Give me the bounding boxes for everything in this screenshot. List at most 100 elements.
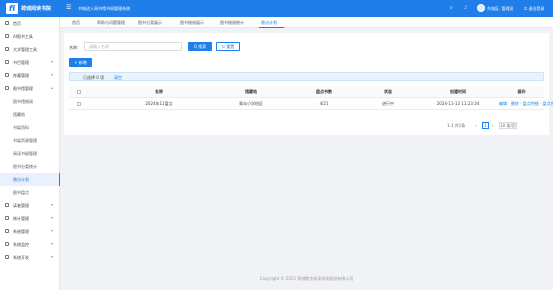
sidebar-item-label: 书目管理 bbox=[13, 60, 29, 65]
chevron-down-icon: ▾ bbox=[51, 72, 54, 77]
stats-icon bbox=[5, 216, 9, 220]
sidebar-item-library[interactable]: 图书馆管理 ▴ bbox=[0, 82, 60, 95]
book-icon bbox=[5, 60, 9, 64]
sidebar-item-label: 图书分类统计 bbox=[13, 164, 37, 169]
sidebar-item-category-stats[interactable]: 图书分类统计 bbox=[0, 160, 60, 173]
search-button[interactable]: Q 搜索 bbox=[188, 42, 212, 51]
clear-selection-link[interactable]: 清空 bbox=[114, 75, 122, 81]
next-page-button[interactable]: › bbox=[492, 122, 494, 129]
query-label: 名称: bbox=[69, 45, 79, 50]
user-icon bbox=[5, 203, 9, 207]
chevron-down-icon: ▾ bbox=[51, 59, 54, 64]
settings-icon bbox=[5, 229, 9, 233]
footer-copyright: Copyright © 2022 荷城数字阅读科技股份有限公司 bbox=[259, 276, 354, 281]
menu-toggle-icon[interactable]: ☰ bbox=[66, 5, 71, 11]
sidebar-item-label: 系统监控 bbox=[13, 242, 29, 247]
search-icon[interactable]: ⌕ bbox=[450, 5, 453, 11]
pagination-range: 1-1 共1条 bbox=[447, 123, 466, 128]
sidebar-item-home[interactable]: 首页 bbox=[0, 17, 60, 30]
avatar[interactable] bbox=[477, 4, 485, 12]
content-card: 名称: 请输入名称 Q 搜索 ↻ 重置 + 新增 已选择 0 项 清空 名称 馆… bbox=[64, 33, 553, 135]
dev-icon bbox=[5, 255, 9, 259]
sidebar: 首页 AI图书工具 大学管理工具 书目管理 ▾ 库藏管理 ▾ 图书馆管理 ▴ 图… bbox=[0, 17, 60, 290]
sidebar-item-statistics[interactable]: 统计管理 ▾ bbox=[0, 212, 60, 225]
column-header-count[interactable]: 盘点书数 bbox=[289, 86, 359, 98]
sidebar-item-label: 读者管理 bbox=[13, 203, 29, 208]
storage-icon bbox=[5, 73, 9, 77]
cell-created: 2024-11-12 11:23:34 bbox=[436, 101, 480, 106]
ai-icon bbox=[5, 34, 9, 38]
sidebar-item-collection-site[interactable]: 馆藏地 bbox=[0, 108, 60, 121]
column-header-created[interactable]: 创建时间 bbox=[417, 86, 499, 98]
cell-name: 2024年11盘点 bbox=[145, 101, 173, 106]
selection-count: 已选择 0 项 bbox=[83, 75, 105, 80]
sidebar-item-label: 首页 bbox=[13, 21, 21, 26]
tab-visit-plan[interactable]: 邀访计划 bbox=[261, 20, 277, 26]
logout-label: 退出登录 bbox=[528, 6, 545, 11]
sidebar-item-label: 阅读书册管理 bbox=[13, 151, 37, 156]
add-button[interactable]: + 新增 bbox=[69, 58, 92, 67]
sidebar-item-reading-books[interactable]: 阅读书册管理 bbox=[0, 147, 60, 160]
chevron-down-icon: ▾ bbox=[51, 228, 54, 233]
brand-name: 荷城阅读书院 bbox=[21, 6, 52, 12]
data-table: 名称 馆藏地 盘点书数 状态 创建时间 操作 2024年11盘点 青岛小学校区 … bbox=[69, 86, 553, 110]
cell-count: 4/21 bbox=[319, 101, 329, 106]
selection-bar: 已选择 0 项 清空 bbox=[69, 72, 544, 81]
sidebar-item-inventory[interactable]: 图书盘点 bbox=[0, 186, 60, 199]
tab-book-categories[interactable]: 图书分类展示 bbox=[138, 20, 162, 26]
sidebar-item-dev[interactable]: 系统开发 ▾ bbox=[0, 251, 60, 264]
chevron-down-icon: ▾ bbox=[51, 241, 54, 246]
top-header: fi 荷城阅读书院 ☰ 书城进入网书馆书网管理系统 ⌕ ♪ 东城区. 管理员 ⏻… bbox=[0, 0, 553, 17]
column-header-name[interactable]: 名称 bbox=[105, 86, 213, 98]
sidebar-item-monitor[interactable]: 系统监控 ▾ bbox=[0, 238, 60, 251]
tab-borrow-display[interactable]: 图书借阅展示 bbox=[180, 20, 204, 26]
column-header-location[interactable]: 馆藏地 bbox=[213, 86, 289, 98]
page-size-select[interactable]: 10 条/页 bbox=[499, 122, 517, 129]
sidebar-item-label: 库藏管理 bbox=[13, 73, 29, 78]
school-icon bbox=[5, 47, 9, 51]
sidebar-item-label: 图书盘点 bbox=[13, 190, 29, 195]
sidebar-item-catalog[interactable]: 书目管理 ▾ bbox=[0, 56, 60, 69]
sidebar-item-shelf-resources[interactable]: 书架资源管理 bbox=[0, 134, 60, 147]
sidebar-item-label: AI图书工具 bbox=[13, 34, 33, 39]
bell-icon[interactable]: ♪ bbox=[464, 5, 467, 11]
logout-button[interactable]: ⏻ 退出登录 bbox=[524, 6, 544, 12]
table-header: 名称 馆藏地 盘点书数 状态 创建时间 操作 bbox=[69, 86, 544, 98]
tab-help[interactable]: 帮助与问题管理 bbox=[97, 20, 125, 26]
sidebar-item-label: 大学管理工具 bbox=[13, 47, 37, 52]
username[interactable]: 东城区. 管理员 bbox=[487, 6, 514, 12]
chevron-up-icon: ▴ bbox=[51, 85, 54, 90]
sidebar-item-university-tools[interactable]: 大学管理工具 bbox=[0, 43, 60, 56]
sidebar-item-label: 统计管理 bbox=[13, 216, 29, 221]
sidebar-item-label: 系统管理 bbox=[13, 229, 29, 234]
sidebar-item-visit-plan[interactable]: 邀访计划 bbox=[0, 173, 60, 186]
sidebar-item-storage[interactable]: 库藏管理 ▾ bbox=[0, 69, 60, 82]
sidebar-item-shelf-info[interactable]: 书架资料 bbox=[0, 121, 60, 134]
tab-borrow-stats[interactable]: 图书借阅统计 bbox=[220, 20, 244, 26]
column-header-status[interactable]: 状态 bbox=[359, 86, 417, 98]
prev-page-button[interactable]: ‹ bbox=[475, 122, 477, 129]
current-page-button[interactable]: 1 bbox=[482, 122, 489, 129]
chevron-down-icon: ▾ bbox=[51, 254, 54, 259]
sidebar-item-readers[interactable]: 读者管理 ▾ bbox=[0, 199, 60, 212]
active-tab-indicator bbox=[259, 27, 284, 28]
select-all-checkbox[interactable] bbox=[77, 90, 81, 94]
tab-home[interactable]: 首页 bbox=[72, 20, 80, 26]
monitor-icon bbox=[5, 242, 9, 246]
chevron-down-icon: ▾ bbox=[51, 215, 54, 220]
sidebar-item-label: 书架资源管理 bbox=[13, 138, 37, 143]
sidebar-item-library-borrow[interactable]: 图书馆借阅 bbox=[0, 95, 60, 108]
reset-button[interactable]: ↻ 重置 bbox=[216, 42, 240, 51]
sidebar-item-label: 馆藏地 bbox=[13, 112, 25, 117]
row-action-links[interactable]: 编辑 · 删除 · 盘点明细 · 盘点完成 bbox=[499, 98, 553, 110]
chevron-down-icon: ▾ bbox=[51, 202, 54, 207]
cell-location: 青岛小学校区 bbox=[239, 101, 263, 106]
sidebar-item-ai-tools[interactable]: AI图书工具 bbox=[0, 30, 60, 43]
library-icon bbox=[5, 86, 9, 90]
name-search-input[interactable]: 请输入名称 bbox=[84, 42, 182, 51]
column-header-actions: 操作 bbox=[517, 89, 526, 94]
cell-status: 进行中 bbox=[382, 101, 394, 106]
row-checkbox[interactable] bbox=[77, 102, 81, 106]
sidebar-item-system[interactable]: 系统管理 ▾ bbox=[0, 225, 60, 238]
sidebar-item-label: 图书馆管理 bbox=[13, 86, 33, 91]
